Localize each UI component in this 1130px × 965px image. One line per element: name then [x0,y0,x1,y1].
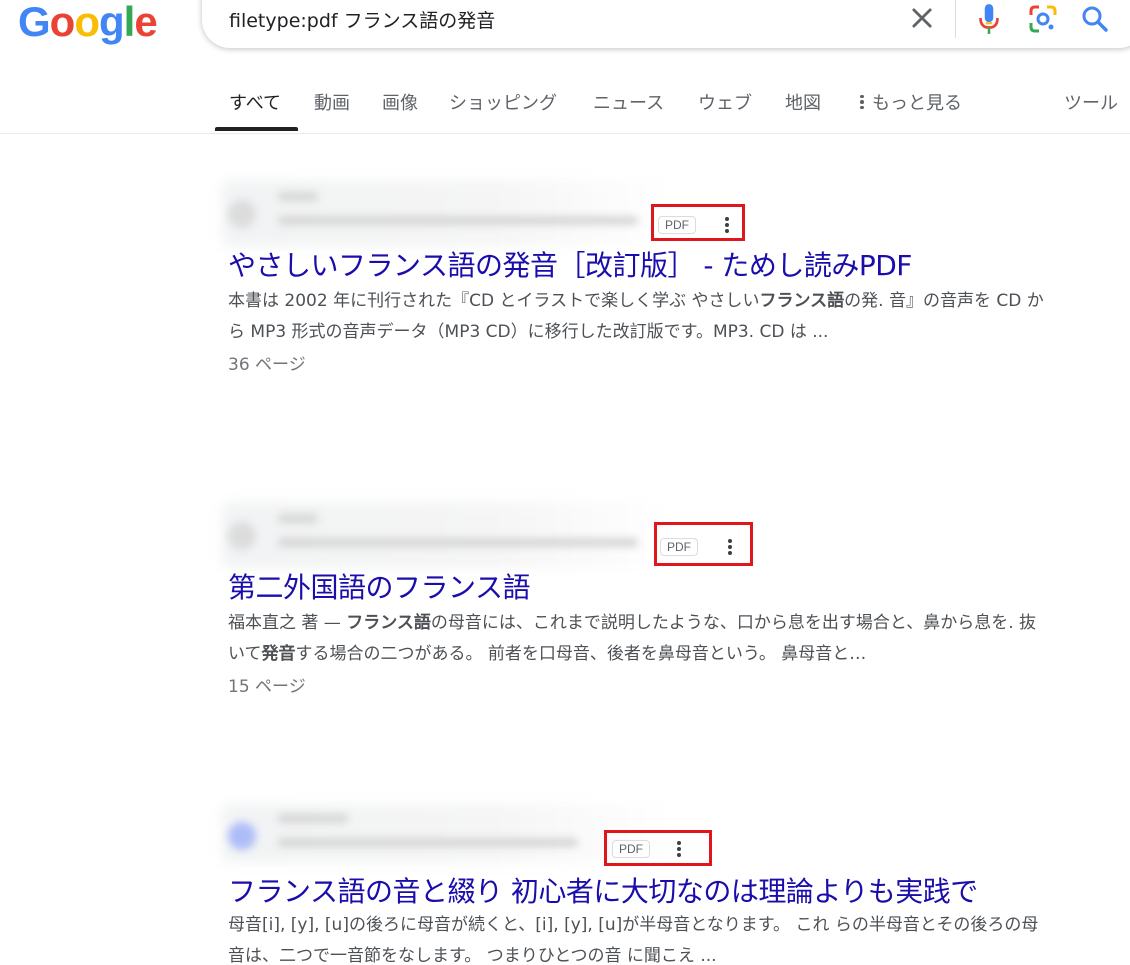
logo-letter: o [49,0,76,45]
result-snippet: 福本直之 著 — フランス語の母音には、これまで説明したような、口から息を出す場… [228,613,1037,664]
tab-more-label: もっと見る [872,93,962,114]
search-icon[interactable] [1080,4,1110,34]
highlight-box [604,830,712,866]
highlight-box [651,204,745,241]
tab-tools[interactable]: ツール [1064,89,1118,115]
site-favicon [228,200,256,228]
highlight-box [654,522,753,566]
search-input[interactable]: filetype:pdf フランス語の発音 [229,6,495,33]
logo-letter: g [98,0,125,45]
blurred-site-name [278,192,318,201]
logo-letter: o [74,0,100,45]
result-snippet: 母音[i], [y], [u]の後ろに母音が続くと、[i], [y], [u]が… [228,915,1039,965]
result-page-count: 15 ページ [228,677,306,697]
blurred-site-url [278,216,638,225]
blurred-site-url [278,538,638,547]
close-icon[interactable] [908,4,936,32]
logo-letter: G [18,0,51,45]
google-logo[interactable]: Google [18,0,158,46]
result-title[interactable]: フランス語の音と綴り 初心者に大切なのは理論よりも実践で [228,870,978,910]
site-favicon [228,822,256,850]
blurred-site-info [222,502,672,568]
search-divider [955,0,956,38]
tab-more[interactable]: もっと見る [860,89,962,115]
result-title[interactable]: やさしいフランス語の発音［改訂版］ - ためし読みPDF [228,244,912,284]
search-tabs: すべて 動画 画像 ショッピング ニュース ウェブ 地図 もっと見る ツール [0,70,1130,134]
tab-videos[interactable]: 動画 [314,89,350,115]
google-lens-icon[interactable] [1028,4,1058,34]
blurred-site-name [278,814,348,823]
logo-letter: l [123,0,136,45]
tab-shopping[interactable]: ショッピング [449,89,557,115]
tab-images[interactable]: 画像 [382,89,418,115]
tab-all[interactable]: すべて [229,89,281,115]
result-title[interactable]: 第二外国語のフランス語 [228,566,530,606]
result-snippet: 本書は 2002 年に刊行された『CD とイラストで楽しく学ぶ やさしいフランス… [228,291,1044,342]
more-vert-icon [860,93,864,112]
microphone-icon[interactable] [976,2,1002,36]
tab-news[interactable]: ニュース [593,89,664,115]
logo-letter: e [134,0,157,45]
result-page-count: 36 ページ [228,355,306,375]
tab-maps[interactable]: 地図 [785,89,821,115]
blurred-site-name [278,514,318,523]
blurred-site-url [278,838,578,847]
tab-web[interactable]: ウェブ [698,89,752,115]
blurred-site-info [222,180,672,246]
site-favicon [228,522,256,550]
active-tab-indicator [215,127,298,131]
